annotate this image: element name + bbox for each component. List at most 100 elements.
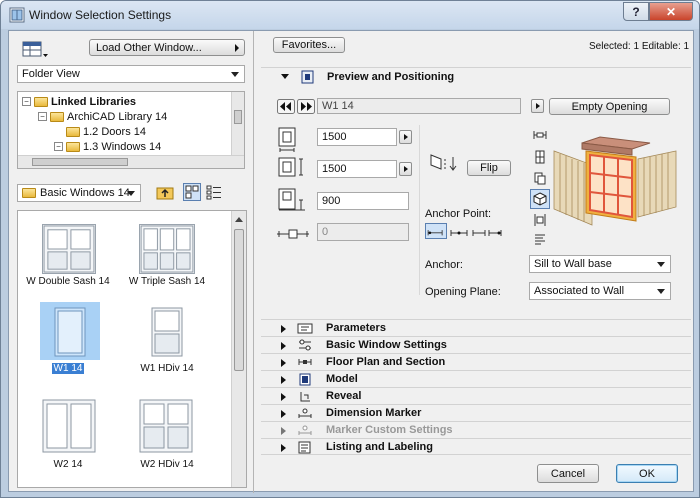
chevron-right-icon <box>281 359 286 367</box>
empty-opening-button[interactable]: Empty Opening <box>549 98 670 115</box>
section-label: Reveal <box>326 390 362 402</box>
gallery-item[interactable]: W Triple Sash 14 <box>117 211 217 295</box>
window-thumbnail-icon <box>54 307 86 357</box>
preview-section-title: Preview and Positioning <box>327 71 455 83</box>
load-other-window-button[interactable]: Load Other Window... <box>89 39 245 56</box>
width-arrow-button[interactable] <box>399 130 412 144</box>
tree-vertical-scrollbar[interactable] <box>231 92 244 156</box>
preview-list-icon[interactable] <box>532 232 548 248</box>
selection-status: Selected: 1 Editable: 1 <box>589 41 690 52</box>
preview-side-view-icon[interactable] <box>532 212 548 228</box>
preview-3d-option[interactable] <box>530 189 550 209</box>
sill-height-input[interactable]: 900 <box>317 192 409 210</box>
gallery-item[interactable]: W1 HDiv 14 <box>117 301 217 385</box>
section-floor-plan[interactable]: Floor Plan and Section <box>261 353 691 370</box>
anchor-point-label: Anchor Point: <box>425 208 492 220</box>
preview-section-icon[interactable] <box>532 149 548 165</box>
chevron-right-icon <box>281 444 286 452</box>
help-button[interactable]: ? <box>623 2 649 21</box>
folder-icon <box>50 111 64 122</box>
cancel-button[interactable]: Cancel <box>537 464 599 483</box>
scroll-up-icon[interactable] <box>235 217 243 222</box>
gallery-item-label: W1 14 <box>51 363 85 374</box>
collapse-toggle-icon[interactable]: − <box>22 97 31 106</box>
folder-dropdown[interactable]: Basic Windows 14 <box>17 184 141 202</box>
arrow-right-icon <box>235 44 239 52</box>
section-listing-labeling[interactable]: Listing and Labeling <box>261 438 691 455</box>
opening-plane-value: Associated to Wall <box>534 285 625 297</box>
anchor-point-center-icon[interactable] <box>449 223 471 239</box>
library-tree[interactable]: − Linked Libraries − ArchiCAD Library 14… <box>17 91 245 169</box>
preview-plan-icon[interactable] <box>532 127 548 143</box>
section-reveal[interactable]: Reveal <box>261 387 691 404</box>
section-marker-custom-settings[interactable]: Marker Custom Settings <box>261 421 691 438</box>
section-parameters[interactable]: Parameters <box>261 319 691 336</box>
gallery-item-selected[interactable]: W1 14 <box>18 301 118 385</box>
collapse-toggle-icon[interactable]: − <box>38 112 47 121</box>
chevron-down-icon <box>127 191 135 196</box>
tree-item-label: ArchiCAD Library 14 <box>67 110 168 123</box>
pane-divider[interactable] <box>253 31 254 493</box>
section-basic-window-settings[interactable]: Basic Window Settings <box>261 336 691 353</box>
section-label: Marker Custom Settings <box>326 424 453 436</box>
gallery-item[interactable]: W2 14 <box>18 391 118 475</box>
anchor-point-left-option[interactable] <box>425 223 447 239</box>
gallery-vertical-scrollbar[interactable] <box>231 211 246 487</box>
window-name-field[interactable]: W1 14 <box>317 98 521 114</box>
height-input[interactable]: 1500 <box>317 160 397 178</box>
dimension-icon <box>298 408 312 418</box>
preview-elevation-icon[interactable] <box>532 170 548 186</box>
folder-icon <box>34 96 48 107</box>
tree-item[interactable]: 1.2 Doors 14 <box>66 124 146 139</box>
height-arrow-button[interactable] <box>399 162 412 176</box>
gallery-item[interactable]: W2 HDiv 14 <box>117 391 217 475</box>
favorites-button[interactable]: Favorites... <box>273 37 345 53</box>
tree-item[interactable]: − Linked Libraries <box>22 94 136 109</box>
section-model[interactable]: Model <box>261 370 691 387</box>
scroll-thumb[interactable] <box>234 229 244 371</box>
tree-horizontal-scrollbar[interactable] <box>18 155 244 168</box>
gallery-item-label: W1 HDiv 14 <box>140 363 194 374</box>
tree-item[interactable]: − ArchiCAD Library 14 <box>38 109 167 124</box>
chevron-right-icon <box>281 427 286 435</box>
gallery-item[interactable]: W Double Sash 14 <box>18 211 118 295</box>
list-view-icon[interactable] <box>205 184 223 200</box>
view-mode-dropdown[interactable]: Folder View <box>17 65 245 83</box>
view-settings-icon[interactable] <box>21 40 49 60</box>
dialog-body: Load Other Window... Folder View − Linke… <box>8 30 694 493</box>
scroll-thumb[interactable] <box>234 110 242 124</box>
tree-item-label: 1.2 Doors 14 <box>83 125 146 138</box>
chevron-right-icon <box>281 342 286 350</box>
close-button[interactable]: ✕ <box>649 2 693 21</box>
name-arrow-button[interactable] <box>531 99 544 113</box>
chevron-down-icon <box>657 262 665 267</box>
folder-up-icon[interactable] <box>156 184 174 201</box>
preview-section-header[interactable]: Preview and Positioning <box>261 67 691 86</box>
opening-plane-dropdown[interactable]: Associated to Wall <box>529 282 671 300</box>
anchor-point-custom-icon[interactable] <box>487 223 503 239</box>
model-icon <box>299 373 311 386</box>
title-bar[interactable]: Window Selection Settings ? ✕ <box>1 1 699 29</box>
anchor-point-right-icon[interactable] <box>471 223 487 239</box>
folder-value: Basic Windows 14 <box>40 187 130 199</box>
tree-item[interactable]: − 1.3 Windows 14 <box>54 139 161 154</box>
preview-positioning-icon <box>301 70 314 84</box>
dialog-window: Window Selection Settings ? ✕ Load Other… <box>0 0 700 498</box>
separator <box>419 125 420 295</box>
anchor-value: Sill to Wall base <box>534 258 612 270</box>
window-3d-preview <box>553 136 677 226</box>
flip-button[interactable]: Flip <box>467 160 511 176</box>
preview-view-icon[interactable] <box>183 183 201 201</box>
collapse-toggle-icon[interactable]: − <box>54 142 63 151</box>
anchor-dropdown[interactable]: Sill to Wall base <box>529 255 671 273</box>
width-input[interactable]: 1500 <box>317 128 397 146</box>
offset-input[interactable]: 0 <box>317 223 409 241</box>
section-dimension-marker[interactable]: Dimension Marker <box>261 404 691 421</box>
scroll-thumb[interactable] <box>32 158 128 166</box>
gallery-item-label: W2 14 <box>53 459 83 470</box>
object-gallery[interactable]: W Double Sash 14 W Triple Sash 14 W1 14 <box>17 210 247 488</box>
section-label: Listing and Labeling <box>326 441 433 453</box>
ok-button[interactable]: OK <box>616 464 678 483</box>
3d-box-icon <box>533 192 547 206</box>
prev-next-nav-icon[interactable] <box>277 99 315 114</box>
